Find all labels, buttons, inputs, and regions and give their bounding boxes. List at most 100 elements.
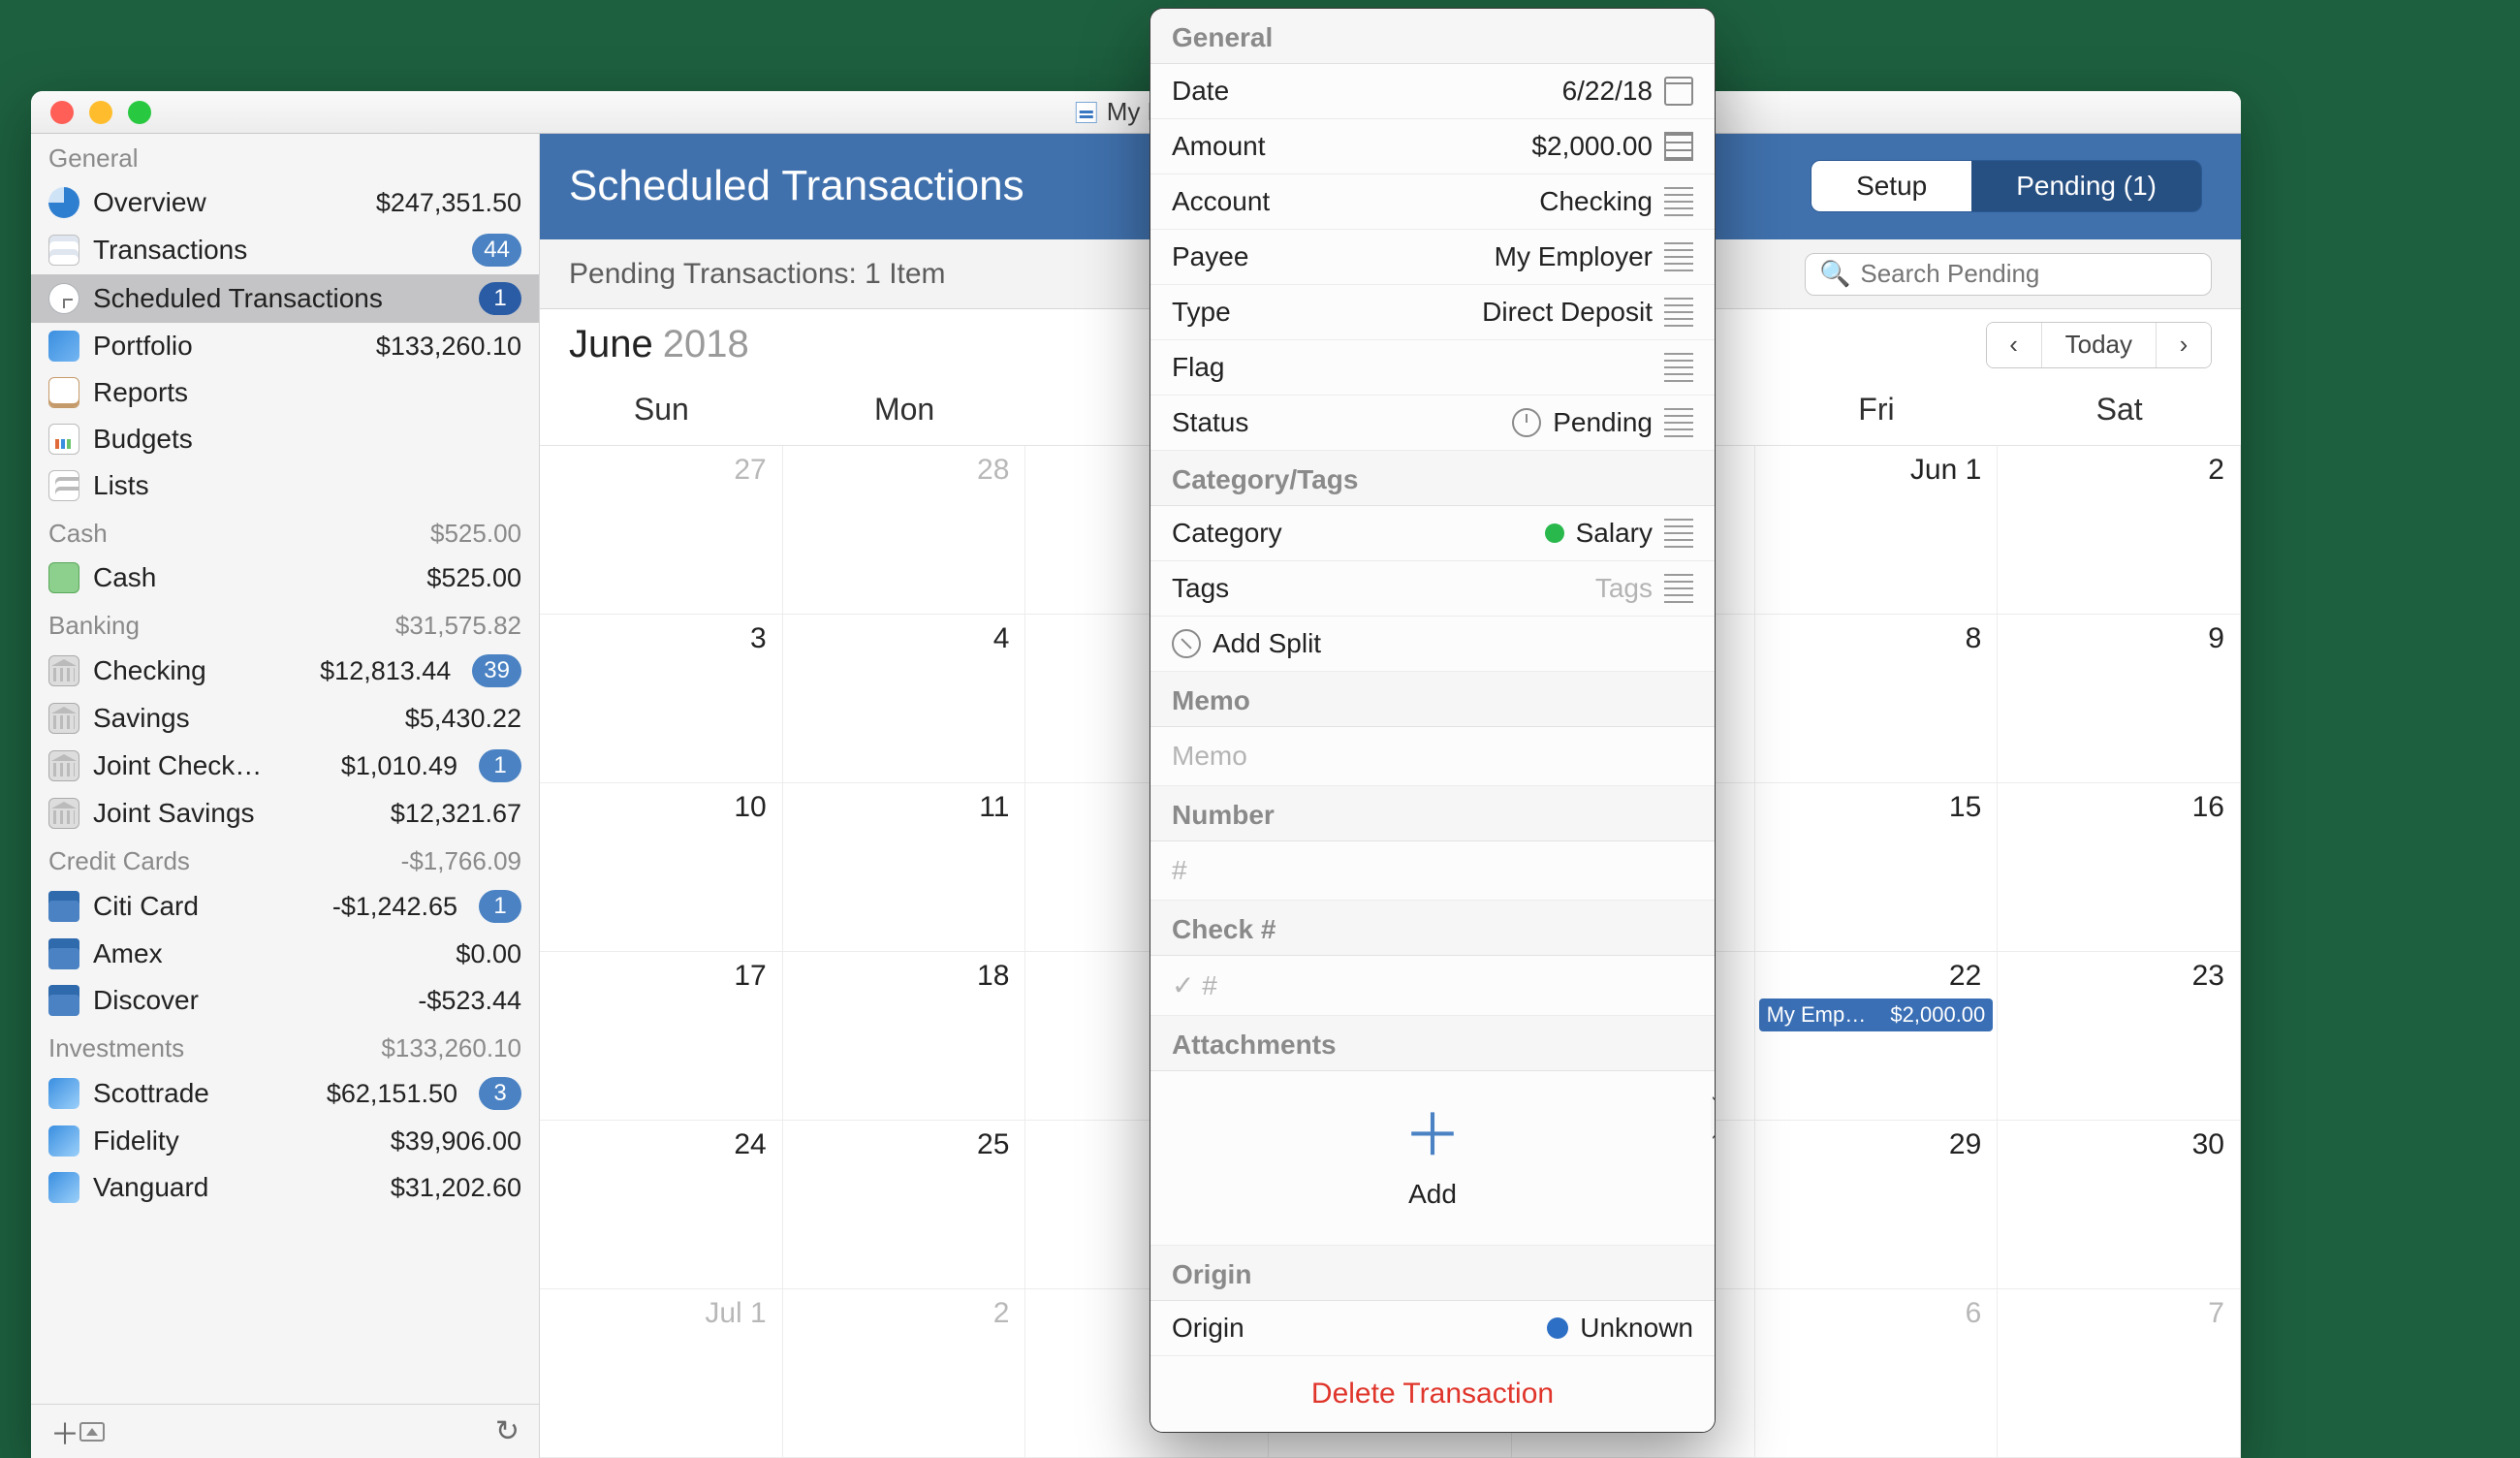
calendar-cell[interactable]: 22My Emp…$2,000.00 (1755, 952, 1999, 1121)
sidebar-item[interactable]: Citi Card-$1,242.651 (31, 882, 539, 931)
check-input[interactable]: ✓ # (1150, 956, 1715, 1016)
field-origin[interactable]: Origin Unknown (1150, 1301, 1715, 1356)
sidebar-section-header[interactable]: Banking$31,575.82 (31, 601, 539, 647)
view-segmented-control[interactable]: Setup Pending (1) (1811, 160, 2202, 212)
calendar-cell[interactable]: 24 (540, 1121, 783, 1289)
day-number: 2 (2208, 454, 2224, 487)
number-input[interactable]: # (1150, 841, 1715, 901)
sidebar-item[interactable]: Budgets (31, 416, 539, 462)
add-attachment-button[interactable]: ＋ Add (1150, 1071, 1715, 1246)
calendar-event[interactable]: My Emp…$2,000.00 (1759, 998, 1994, 1031)
calendar-cell[interactable]: 7 (1998, 1289, 2241, 1458)
field-tags[interactable]: Tags Tags (1150, 561, 1715, 617)
calendar-cell[interactable]: Jun 1 (1755, 446, 1999, 615)
sidebar-item[interactable]: Joint Check…$1,010.491 (31, 742, 539, 790)
calendar-cell[interactable]: 17 (540, 952, 783, 1121)
list-icon[interactable] (1664, 242, 1693, 271)
calculator-icon[interactable] (1664, 132, 1693, 161)
list-icon[interactable] (1664, 187, 1693, 216)
sidebar-section-header[interactable]: Cash$525.00 (31, 509, 539, 555)
add-split-button[interactable]: Add Split (1150, 617, 1715, 672)
close-window-button[interactable] (50, 101, 74, 124)
field-account[interactable]: Account Checking (1150, 174, 1715, 230)
report-icon (48, 377, 79, 408)
sidebar-item[interactable]: Cash$525.00 (31, 555, 539, 601)
weekday-label: Fri (1755, 380, 1999, 445)
sidebar-item[interactable]: Scottrade$62,151.503 (31, 1069, 539, 1118)
sidebar-item[interactable]: Vanguard$31,202.60 (31, 1164, 539, 1211)
search-field[interactable]: 🔍 (1805, 253, 2212, 296)
list-icon[interactable] (1664, 574, 1693, 603)
sidebar-item[interactable]: Transactions44 (31, 226, 539, 274)
calendar-cell[interactable]: 2 (783, 1289, 1026, 1458)
calendar-cell[interactable]: 11 (783, 783, 1026, 952)
sidebar-item-badge: 39 (472, 654, 521, 687)
sidebar-item[interactable]: Savings$5,430.22 (31, 695, 539, 742)
today-button[interactable]: Today (2041, 323, 2157, 367)
field-flag[interactable]: Flag (1150, 340, 1715, 396)
sidebar-item-label: Fidelity (93, 1125, 377, 1157)
search-input[interactable] (1860, 259, 2197, 289)
day-number: 4 (993, 622, 1010, 655)
prev-month-button[interactable]: ‹ (1987, 323, 2041, 367)
sidebar-section-header[interactable]: Credit Cards-$1,766.09 (31, 837, 539, 882)
bank-icon (48, 798, 79, 829)
calendar-cell[interactable]: 9 (1998, 615, 2241, 783)
field-date[interactable]: Date 6/22/18 (1150, 64, 1715, 119)
calendar-icon[interactable] (1664, 77, 1693, 106)
calendar-cell[interactable]: 18 (783, 952, 1026, 1121)
memo-input[interactable]: Memo (1150, 727, 1715, 786)
sidebar-item[interactable]: Discover-$523.44 (31, 977, 539, 1024)
calendar-cell[interactable]: 15 (1755, 783, 1999, 952)
sidebar-item[interactable]: Amex$0.00 (31, 931, 539, 977)
segment-setup[interactable]: Setup (1811, 161, 1971, 211)
calendar-cell[interactable]: 16 (1998, 783, 2241, 952)
next-month-button[interactable]: › (2157, 323, 2211, 367)
sidebar-toggle-button[interactable] (79, 1422, 105, 1442)
inv-icon (48, 1172, 79, 1203)
calendar-cell[interactable]: 8 (1755, 615, 1999, 783)
segment-pending[interactable]: Pending (1) (1971, 161, 2201, 211)
field-amount[interactable]: Amount $2,000.00 (1150, 119, 1715, 174)
calendar-cell[interactable]: 30 (1998, 1121, 2241, 1289)
field-payee[interactable]: Payee My Employer (1150, 230, 1715, 285)
sidebar-item[interactable]: Portfolio$133,260.10 (31, 323, 539, 369)
sidebar-item[interactable]: Fidelity$39,906.00 (31, 1118, 539, 1164)
calendar-cell[interactable]: 28 (783, 446, 1026, 615)
minimize-window-button[interactable] (89, 101, 112, 124)
sidebar: GeneralOverview$247,351.50Transactions44… (31, 134, 540, 1458)
sidebar-item[interactable]: Overview$247,351.50 (31, 179, 539, 226)
calendar-cell[interactable]: 27 (540, 446, 783, 615)
calendar-cell[interactable]: 23 (1998, 952, 2241, 1121)
sidebar-section-header[interactable]: Investments$133,260.10 (31, 1024, 539, 1069)
add-account-button[interactable]: ＋ (50, 1410, 79, 1453)
list-icon[interactable] (1664, 408, 1693, 437)
origin-color-dot (1547, 1317, 1568, 1339)
zoom-window-button[interactable] (128, 101, 151, 124)
sidebar-item[interactable]: Checking$12,813.4439 (31, 647, 539, 695)
list-icon[interactable] (1664, 353, 1693, 382)
sidebar-item[interactable]: Reports (31, 369, 539, 416)
field-status[interactable]: Status Pending (1150, 396, 1715, 451)
calendar-cell[interactable]: 10 (540, 783, 783, 952)
sidebar-item[interactable]: Lists (31, 462, 539, 509)
calendar-cell[interactable]: 25 (783, 1121, 1026, 1289)
calendar-cell[interactable]: 2 (1998, 446, 2241, 615)
list-icon[interactable] (1664, 298, 1693, 327)
list-icon[interactable] (1664, 519, 1693, 548)
delete-transaction-button[interactable]: Delete Transaction (1150, 1356, 1715, 1432)
calendar-cell[interactable]: 29 (1755, 1121, 1999, 1289)
refresh-button[interactable]: ↻ (495, 1414, 520, 1448)
sidebar-item[interactable]: Joint Savings$12,321.67 (31, 790, 539, 837)
field-type[interactable]: Type Direct Deposit (1150, 285, 1715, 340)
search-icon: 🔍 (1819, 259, 1850, 289)
calendar-cell[interactable]: Jul 1 (540, 1289, 783, 1458)
sidebar-section-header[interactable]: General (31, 134, 539, 179)
day-number: 16 (2192, 791, 2224, 824)
calendar-cell[interactable]: 4 (783, 615, 1026, 783)
sidebar-item[interactable]: Scheduled Transactions1 (31, 274, 539, 323)
field-category[interactable]: Category Salary (1150, 506, 1715, 561)
calendar-nav[interactable]: ‹ Today › (1986, 322, 2212, 368)
calendar-cell[interactable]: 3 (540, 615, 783, 783)
calendar-cell[interactable]: 6 (1755, 1289, 1999, 1458)
